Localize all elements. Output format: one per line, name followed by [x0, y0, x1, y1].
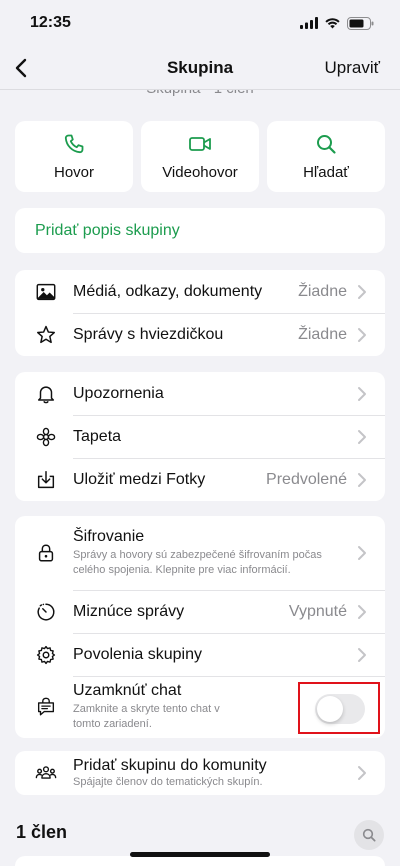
- row-value: Žiadne: [298, 325, 347, 343]
- gear-icon: [36, 645, 56, 664]
- quick-actions: Hovor Videohovor Hľadať: [15, 121, 385, 192]
- chevron-right-icon: [358, 604, 366, 619]
- toggle-knob: [317, 696, 343, 722]
- row-value: Vypnuté: [288, 602, 347, 620]
- row-subtitle: Spájajte členov do tematických skupín.: [73, 775, 263, 788]
- row-label: Povolenia skupiny: [73, 645, 202, 663]
- add-description-button[interactable]: Pridať popis skupiny: [15, 208, 385, 253]
- lock-chat-row: Uzamknúť chat Zamknite a skryte tento ch…: [15, 676, 385, 738]
- row-label: Médiá, odkazy, dokumenty: [73, 282, 263, 300]
- chevron-right-icon: [358, 327, 366, 342]
- media-links-docs-row[interactable]: Médiá, odkazy, dokumenty Žiadne: [15, 270, 385, 313]
- chevron-right-icon: [358, 429, 366, 444]
- chevron-right-icon: [358, 386, 366, 401]
- disappearing-messages-row[interactable]: Miznúce správy Vypnuté: [15, 590, 385, 633]
- status-icons: [300, 16, 374, 30]
- notifications-row[interactable]: Upozornenia: [15, 372, 385, 415]
- row-label: Miznúce správy: [73, 602, 185, 620]
- chevron-right-icon: [358, 472, 366, 487]
- timer-icon: [37, 602, 55, 621]
- call-button[interactable]: Hovor: [15, 121, 133, 192]
- save-to-photos-row[interactable]: Uložiť medzi Fotky Predvolené: [15, 458, 385, 501]
- media-section: Médiá, odkazy, dokumenty Žiadne Správy s…: [15, 270, 385, 356]
- community-section: Pridať skupinu do komunity Spájajte člen…: [15, 751, 385, 795]
- row-value: Žiadne: [298, 282, 347, 300]
- row-value: Predvolené: [266, 470, 347, 488]
- row-label: Uložiť medzi Fotky: [73, 470, 206, 488]
- home-indicator[interactable]: [130, 852, 270, 857]
- status-time: 12:35: [30, 14, 71, 31]
- row-label: Správy s hviezdičkou: [73, 325, 224, 343]
- settings-section: Upozornenia Tapeta Uložiť medzi Fotky Pr…: [15, 372, 385, 501]
- search-button[interactable]: Hľadať: [267, 121, 385, 192]
- group-permissions-row[interactable]: Povolenia skupiny: [15, 633, 385, 676]
- search-icon: [317, 135, 336, 154]
- chevron-right-icon: [358, 546, 366, 560]
- starred-messages-row[interactable]: Správy s hviezdičkou Žiadne: [15, 313, 385, 356]
- members-list-peek: [15, 856, 385, 866]
- row-label: Upozornenia: [73, 384, 164, 402]
- chat-lock-icon: [37, 697, 55, 716]
- star-icon: [37, 325, 55, 343]
- row-label: Šifrovanie: [73, 528, 145, 545]
- members-count-heading: 1 člen: [16, 822, 68, 842]
- security-section: Šifrovanie Správy a hovory sú zabezpečen…: [15, 516, 385, 738]
- add-description-label: Pridať popis skupiny: [35, 221, 180, 239]
- community-icon: [35, 766, 57, 779]
- lock-icon: [38, 544, 54, 562]
- row-subtitle: Správy a hovory sú zabezpečené šifrovaní…: [73, 549, 322, 576]
- row-label: Pridať skupinu do komunity: [73, 756, 267, 774]
- phone-icon: [64, 134, 84, 154]
- photo-icon: [36, 283, 56, 300]
- search-icon: [362, 828, 376, 842]
- row-subtitle: Zamknite a skryte tento chat v tomto zar…: [73, 703, 220, 730]
- video-call-button[interactable]: Videohovor: [141, 121, 259, 192]
- wifi-icon: [325, 18, 340, 29]
- call-label: Hovor: [53, 164, 94, 181]
- chevron-right-icon: [358, 766, 366, 780]
- chevron-right-icon: [358, 284, 366, 299]
- flower-icon: [36, 427, 56, 446]
- lock-chat-toggle[interactable]: [315, 694, 365, 724]
- edit-button[interactable]: Upraviť: [325, 58, 381, 78]
- download-icon: [37, 470, 55, 488]
- battery-icon: [347, 16, 374, 30]
- encryption-row[interactable]: Šifrovanie Správy a hovory sú zabezpečen…: [15, 516, 385, 590]
- back-chevron-icon[interactable]: [10, 56, 34, 80]
- bell-icon: [37, 385, 55, 403]
- add-to-community-row[interactable]: Pridať skupinu do komunity Spájajte člen…: [15, 751, 385, 795]
- video-icon: [189, 137, 211, 151]
- status-bar: 12:35: [0, 0, 400, 46]
- members-search-button[interactable]: [354, 820, 384, 850]
- chevron-right-icon: [358, 647, 366, 662]
- wallpaper-row[interactable]: Tapeta: [15, 415, 385, 458]
- highlight-box: [298, 682, 380, 734]
- video-call-label: Videohovor: [162, 164, 238, 181]
- nav-title: Skupina: [166, 57, 234, 77]
- search-label: Hľadať: [303, 164, 349, 181]
- row-label: Tapeta: [73, 427, 122, 445]
- nav-bar: Skupina Upraviť: [0, 46, 400, 90]
- signal-icon: [300, 17, 318, 29]
- row-label: Uzamknúť chat: [73, 682, 182, 699]
